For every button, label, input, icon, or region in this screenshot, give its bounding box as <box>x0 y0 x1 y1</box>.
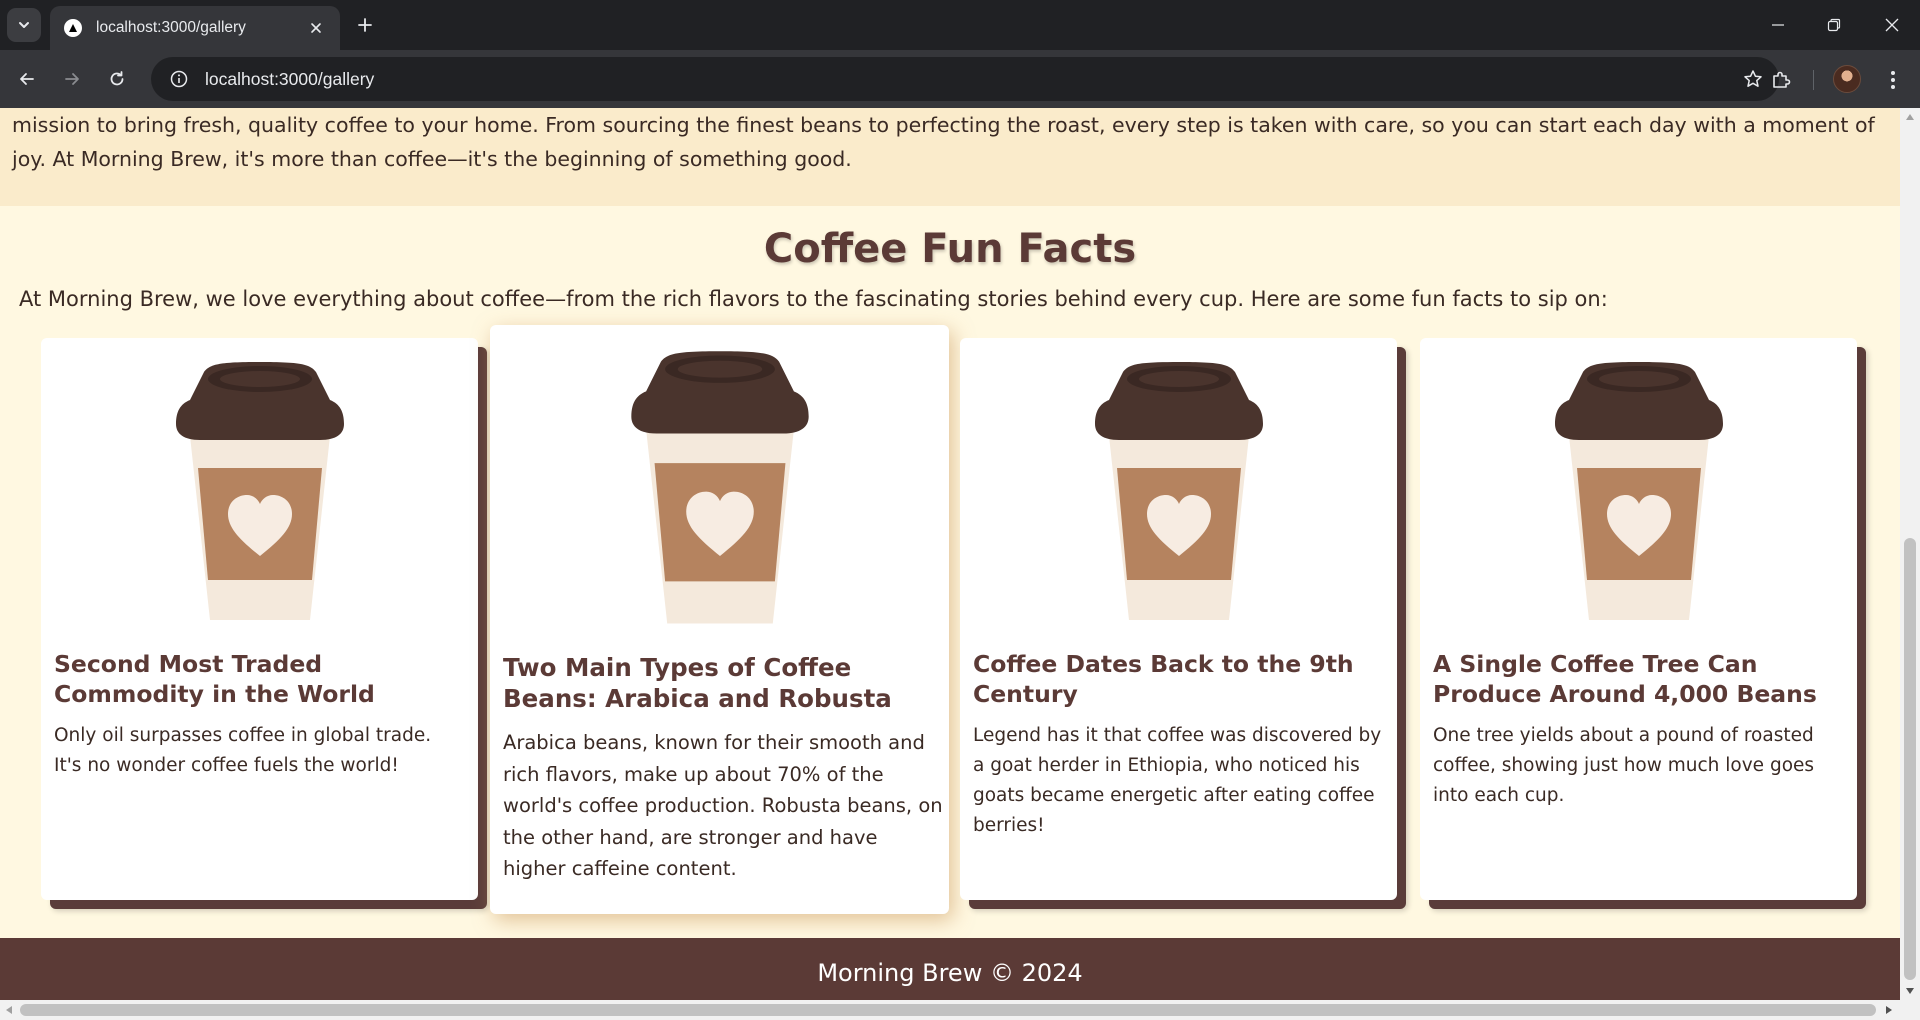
back-button[interactable] <box>11 63 43 95</box>
facts-title: Coffee Fun Facts <box>763 226 1137 272</box>
minimize-button[interactable] <box>1750 0 1806 50</box>
horizontal-scroll-thumb[interactable] <box>20 1004 1876 1016</box>
browser-menu-button[interactable] <box>1880 63 1906 97</box>
minimize-icon <box>1772 24 1784 26</box>
close-icon <box>1885 18 1899 32</box>
plus-icon <box>358 18 372 32</box>
fact-card[interactable]: A Single Coffee Tree Can Produce Around … <box>1420 338 1857 900</box>
card-body: Legend has it that coffee was discovered… <box>973 725 1382 836</box>
coffee-cup-icon <box>490 347 949 627</box>
coffee-cup-icon <box>960 358 1397 638</box>
scroll-left-arrow-icon[interactable] <box>0 1000 18 1020</box>
tab-active[interactable]: localhost:3000/gallery <box>50 6 340 50</box>
coffee-cup-icon <box>41 358 478 638</box>
card-body: Arabica beans, known for their smooth an… <box>503 731 943 880</box>
new-tab-button[interactable] <box>352 12 378 38</box>
tab-close-button[interactable] <box>306 18 326 38</box>
fact-card[interactable]: Coffee Dates Back to the 9th Century Leg… <box>960 338 1397 900</box>
horizontal-scrollbar[interactable] <box>0 1000 1920 1020</box>
card-body: One tree yields about a pound of roasted… <box>1433 725 1815 806</box>
star-icon <box>1744 70 1762 87</box>
scroll-right-arrow-icon[interactable] <box>1880 1000 1898 1020</box>
fact-card[interactable]: Two Main Types of Coffee Beans: Arabica … <box>490 325 949 914</box>
scroll-up-arrow-icon[interactable] <box>1900 108 1920 126</box>
restore-icon <box>1827 18 1841 32</box>
puzzle-icon <box>1773 71 1791 88</box>
card-body: Only oil surpasses coffee in global trad… <box>54 725 432 776</box>
card-title: Coffee Dates Back to the 9th Century <box>973 650 1354 708</box>
browser-toolbar: localhost:3000/gallery <box>0 50 1920 108</box>
coffee-cup-icon <box>1420 358 1857 638</box>
page-viewport: mission to bring fresh, quality coffee t… <box>0 108 1920 1020</box>
footer: Morning Brew © 2024 <box>0 938 1900 1008</box>
window-close-button[interactable] <box>1864 0 1920 50</box>
reload-button[interactable] <box>101 63 133 95</box>
card-title: Second Most Traded Commodity in the Worl… <box>54 650 375 708</box>
close-icon <box>311 23 321 33</box>
card-title: A Single Coffee Tree Can Produce Around … <box>1433 650 1817 708</box>
kebab-menu-icon <box>1891 71 1895 89</box>
vertical-scrollbar[interactable] <box>1900 108 1920 1008</box>
chevron-down-icon <box>19 22 29 28</box>
arrow-right-icon <box>65 73 79 85</box>
fact-card[interactable]: Second Most Traded Commodity in the Worl… <box>41 338 478 900</box>
extensions-button[interactable] <box>1764 63 1798 97</box>
browser-window: localhost:3000/gallery localhost:3000/ga… <box>0 0 1920 1020</box>
toolbar-separator <box>1813 70 1814 90</box>
about-text: mission to bring fresh, quality coffee t… <box>12 113 1875 171</box>
avatar[interactable] <box>1833 65 1861 93</box>
tab-title: localhost:3000/gallery <box>96 19 246 36</box>
forward-button[interactable] <box>56 63 88 95</box>
info-icon <box>170 70 188 88</box>
facts-intro: At Morning Brew, we love everything abou… <box>19 287 1608 311</box>
site-info-button[interactable] <box>157 57 201 101</box>
address-bar[interactable]: localhost:3000/gallery <box>151 57 1779 101</box>
card-title: Two Main Types of Coffee Beans: Arabica … <box>503 653 892 713</box>
scroll-down-arrow-icon[interactable] <box>1900 982 1920 1000</box>
arrow-left-icon <box>20 73 34 85</box>
tab-search-button[interactable] <box>7 8 41 42</box>
about-section: mission to bring fresh, quality coffee t… <box>0 108 1900 206</box>
footer-text: Morning Brew © 2024 <box>817 959 1083 987</box>
vertical-scroll-thumb[interactable] <box>1904 538 1916 980</box>
title-bar: localhost:3000/gallery <box>0 0 1920 50</box>
favicon-icon <box>64 19 82 37</box>
url-text[interactable]: localhost:3000/gallery <box>205 69 1733 90</box>
restore-button[interactable] <box>1806 0 1862 50</box>
reload-icon <box>110 71 124 86</box>
